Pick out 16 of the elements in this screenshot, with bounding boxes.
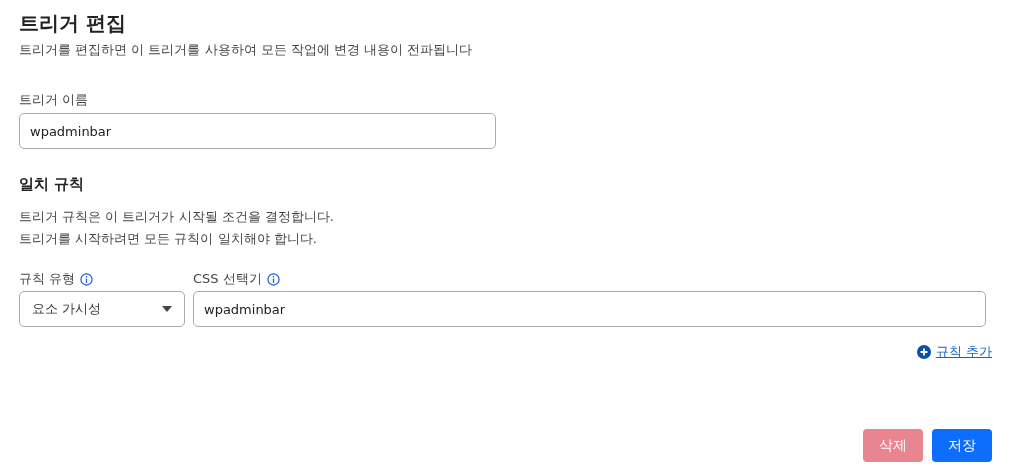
info-icon[interactable] xyxy=(80,272,94,286)
css-selector-field[interactable]: wpadminbar xyxy=(193,291,986,327)
caret-icon xyxy=(162,306,172,312)
trigger-name-field[interactable]: wpadminbar xyxy=(19,113,496,149)
plus-circle-icon xyxy=(916,345,931,359)
field-label: 규칙 유형 xyxy=(19,270,76,288)
description-text: 트리거를 시작하려면 모든 규칙이 일치해야 합니다. xyxy=(19,230,318,248)
info-icon[interactable] xyxy=(266,272,280,286)
save-button[interactable]: 저장 xyxy=(932,429,992,462)
field-label: CSS 선택기 xyxy=(193,270,262,288)
description-text: 트리거 규칙은 이 트리거가 시작될 조건을 결정합니다. xyxy=(19,208,335,226)
field-label: 트리거 이름 xyxy=(19,91,89,109)
section-title: 일치 규칙 xyxy=(19,175,86,194)
rule-type-dropdown[interactable]: 요소 가시성 xyxy=(19,291,185,327)
page-title: 트리거 편집 xyxy=(19,10,127,37)
page-subtitle: 트리거를 편집하면 이 트리거를 사용하여 모든 작업에 변경 내용이 전파됩니다 xyxy=(19,41,474,59)
